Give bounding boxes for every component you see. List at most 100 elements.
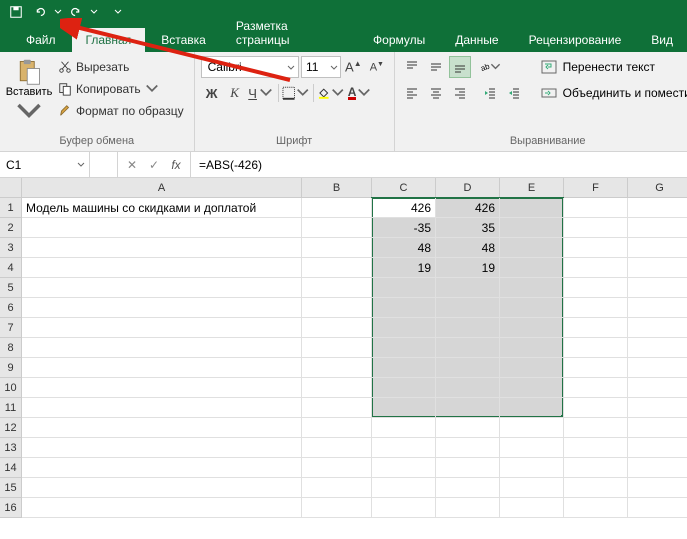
cell-D15[interactable] xyxy=(436,478,500,498)
cell-G2[interactable] xyxy=(628,218,687,238)
cell-E5[interactable] xyxy=(500,278,564,298)
cell-F9[interactable] xyxy=(564,358,628,378)
cell-A1[interactable]: Модель машины со скидками и доплатой xyxy=(22,198,302,218)
row-header-4[interactable]: 4 xyxy=(0,258,22,278)
tab-review[interactable]: Рецензирование xyxy=(515,28,636,52)
tab-view[interactable]: Вид xyxy=(637,28,687,52)
cell-A16[interactable] xyxy=(22,498,302,518)
save-button[interactable] xyxy=(6,2,26,22)
cell-D14[interactable] xyxy=(436,458,500,478)
column-header-A[interactable]: A xyxy=(22,178,302,198)
column-header-G[interactable]: G xyxy=(628,178,687,198)
accept-formula-button[interactable]: ✓ xyxy=(144,155,164,175)
paste-button[interactable]: Вставить xyxy=(6,56,52,128)
cell-G6[interactable] xyxy=(628,298,687,318)
select-all-corner[interactable] xyxy=(0,178,22,198)
row-header-5[interactable]: 5 xyxy=(0,278,22,298)
cell-E4[interactable] xyxy=(500,258,564,278)
cell-G15[interactable] xyxy=(628,478,687,498)
cell-A2[interactable] xyxy=(22,218,302,238)
column-header-C[interactable]: C xyxy=(372,178,436,198)
cell-C16[interactable] xyxy=(372,498,436,518)
column-header-D[interactable]: D xyxy=(436,178,500,198)
align-top-button[interactable] xyxy=(401,56,423,78)
cell-F6[interactable] xyxy=(564,298,628,318)
cell-A5[interactable] xyxy=(22,278,302,298)
cell-D9[interactable] xyxy=(436,358,500,378)
cell-D5[interactable] xyxy=(436,278,500,298)
cell-D13[interactable] xyxy=(436,438,500,458)
row-header-1[interactable]: 1 xyxy=(0,198,22,218)
row-header-11[interactable]: 11 xyxy=(0,398,22,418)
cell-C2[interactable]: -35 xyxy=(372,218,436,238)
cell-A8[interactable] xyxy=(22,338,302,358)
row-header-10[interactable]: 10 xyxy=(0,378,22,398)
cell-C10[interactable] xyxy=(372,378,436,398)
cell-G14[interactable] xyxy=(628,458,687,478)
cell-C13[interactable] xyxy=(372,438,436,458)
cell-F3[interactable] xyxy=(564,238,628,258)
font-name-select[interactable]: Calibri xyxy=(201,56,299,78)
cell-F14[interactable] xyxy=(564,458,628,478)
chevron-down-icon[interactable] xyxy=(54,8,62,16)
decrease-font-button[interactable]: A▼ xyxy=(366,56,388,78)
cell-D10[interactable] xyxy=(436,378,500,398)
cell-D4[interactable]: 19 xyxy=(436,258,500,278)
cell-F11[interactable] xyxy=(564,398,628,418)
cell-D6[interactable] xyxy=(436,298,500,318)
tab-file[interactable]: Файл xyxy=(12,28,70,52)
cell-G1[interactable] xyxy=(628,198,687,218)
cell-A3[interactable] xyxy=(22,238,302,258)
italic-button[interactable]: К xyxy=(224,82,246,104)
cell-C3[interactable]: 48 xyxy=(372,238,436,258)
cell-B16[interactable] xyxy=(302,498,372,518)
cell-B9[interactable] xyxy=(302,358,372,378)
row-header-7[interactable]: 7 xyxy=(0,318,22,338)
fill-color-button[interactable] xyxy=(317,82,345,104)
cut-button[interactable]: Вырезать xyxy=(54,58,188,76)
cell-C4[interactable]: 19 xyxy=(372,258,436,278)
row-header-15[interactable]: 15 xyxy=(0,478,22,498)
cell-A7[interactable] xyxy=(22,318,302,338)
cell-D8[interactable] xyxy=(436,338,500,358)
cell-C7[interactable] xyxy=(372,318,436,338)
cell-C5[interactable] xyxy=(372,278,436,298)
row-header-6[interactable]: 6 xyxy=(0,298,22,318)
column-header-F[interactable]: F xyxy=(564,178,628,198)
cell-E2[interactable] xyxy=(500,218,564,238)
chevron-down-icon[interactable] xyxy=(90,8,98,16)
cell-B6[interactable] xyxy=(302,298,372,318)
align-middle-button[interactable] xyxy=(425,56,447,78)
cell-B2[interactable] xyxy=(302,218,372,238)
row-header-9[interactable]: 9 xyxy=(0,358,22,378)
column-header-E[interactable]: E xyxy=(500,178,564,198)
cell-F7[interactable] xyxy=(564,318,628,338)
cell-C14[interactable] xyxy=(372,458,436,478)
cell-B14[interactable] xyxy=(302,458,372,478)
align-bottom-button[interactable] xyxy=(449,56,471,78)
column-header-B[interactable]: B xyxy=(302,178,372,198)
cell-E15[interactable] xyxy=(500,478,564,498)
format-painter-button[interactable]: Формат по образцу xyxy=(54,102,188,120)
row-header-12[interactable]: 12 xyxy=(0,418,22,438)
cell-D11[interactable] xyxy=(436,398,500,418)
tab-data[interactable]: Данные xyxy=(441,28,512,52)
row-header-8[interactable]: 8 xyxy=(0,338,22,358)
cell-B12[interactable] xyxy=(302,418,372,438)
cell-E13[interactable] xyxy=(500,438,564,458)
cell-D16[interactable] xyxy=(436,498,500,518)
cell-D12[interactable] xyxy=(436,418,500,438)
cell-G12[interactable] xyxy=(628,418,687,438)
wrap-text-button[interactable]: Перенести текст xyxy=(537,57,687,77)
font-color-button[interactable]: А xyxy=(346,82,374,104)
cell-G16[interactable] xyxy=(628,498,687,518)
cell-B13[interactable] xyxy=(302,438,372,458)
align-left-button[interactable] xyxy=(401,82,423,104)
cell-A14[interactable] xyxy=(22,458,302,478)
copy-button[interactable]: Копировать xyxy=(54,80,188,98)
cell-C6[interactable] xyxy=(372,298,436,318)
cell-B7[interactable] xyxy=(302,318,372,338)
cell-F8[interactable] xyxy=(564,338,628,358)
redo-button[interactable] xyxy=(66,2,86,22)
name-box[interactable]: C1 xyxy=(0,152,90,177)
